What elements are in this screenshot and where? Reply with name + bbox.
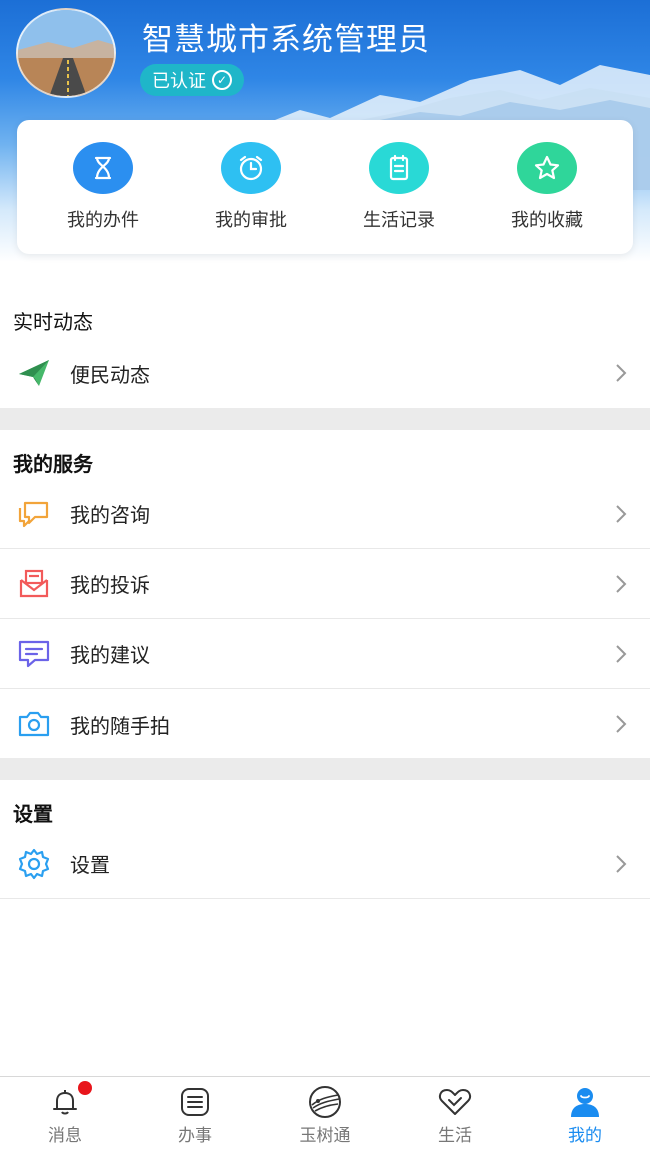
tab-services[interactable]: 办事 bbox=[130, 1077, 260, 1156]
quick-action-label: 生活记录 bbox=[363, 210, 435, 231]
user-icon bbox=[566, 1085, 604, 1119]
tab-mine[interactable]: 我的 bbox=[520, 1077, 650, 1156]
notepad-icon bbox=[369, 142, 429, 194]
hourglass-icon bbox=[73, 142, 133, 194]
logo-icon bbox=[306, 1085, 344, 1119]
paper-plane-icon bbox=[16, 355, 52, 391]
tab-messages[interactable]: 消息 bbox=[0, 1077, 130, 1156]
quick-action-my-favorites[interactable]: 我的收藏 bbox=[482, 142, 612, 232]
row-label: 我的随手拍 bbox=[70, 713, 170, 738]
message-icon bbox=[16, 636, 52, 672]
avatar[interactable] bbox=[16, 8, 116, 98]
quick-action-my-approvals[interactable]: 我的审批 bbox=[186, 142, 316, 232]
alarm-clock-icon bbox=[221, 142, 281, 194]
tab-label: 生活 bbox=[438, 1126, 472, 1146]
section-divider bbox=[0, 758, 650, 780]
row-my-snapshots[interactable]: 我的随手拍 bbox=[0, 689, 650, 759]
chat-bubbles-icon bbox=[16, 496, 52, 532]
notification-badge bbox=[78, 1081, 92, 1095]
row-label: 便民动态 bbox=[70, 362, 150, 387]
camera-icon bbox=[16, 706, 52, 742]
quick-action-life-records[interactable]: 生活记录 bbox=[334, 142, 464, 232]
mail-tray-icon bbox=[16, 566, 52, 602]
quick-action-my-cases[interactable]: 我的办件 bbox=[38, 142, 168, 232]
quick-action-label: 我的审批 bbox=[215, 210, 287, 231]
row-label: 我的投诉 bbox=[70, 573, 150, 597]
row-my-complaints[interactable]: 我的投诉 bbox=[0, 549, 650, 619]
verified-badge: 已认证 ✓ bbox=[140, 64, 244, 96]
tab-label: 我的 bbox=[568, 1126, 602, 1146]
list-icon bbox=[176, 1085, 214, 1119]
chevron-right-icon bbox=[616, 504, 627, 523]
check-circle-icon: ✓ bbox=[212, 70, 232, 90]
section-title-services: 我的服务 bbox=[13, 452, 93, 476]
heart-icon bbox=[436, 1085, 474, 1119]
quick-action-label: 我的收藏 bbox=[511, 210, 583, 231]
gear-icon bbox=[16, 846, 52, 882]
chevron-right-icon bbox=[616, 854, 627, 873]
section-divider bbox=[0, 408, 650, 430]
row-label: 我的建议 bbox=[70, 643, 150, 667]
chevron-right-icon bbox=[616, 364, 627, 382]
quick-action-label: 我的办件 bbox=[67, 210, 139, 231]
tab-label: 玉树通 bbox=[299, 1126, 351, 1146]
username: 智慧城市系统管理员 bbox=[142, 22, 430, 58]
star-icon bbox=[517, 142, 577, 194]
tab-label: 办事 bbox=[178, 1126, 212, 1146]
row-label: 我的咨询 bbox=[70, 503, 150, 527]
chevron-right-icon bbox=[616, 715, 627, 733]
chevron-right-icon bbox=[616, 574, 627, 593]
row-my-consultations[interactable]: 我的咨询 bbox=[0, 479, 650, 549]
row-label: 设置 bbox=[70, 853, 110, 877]
tab-yushutong[interactable]: 玉树通 bbox=[260, 1077, 390, 1156]
quick-actions-card: 我的办件 我的审批 生活记录 我的收藏 bbox=[17, 120, 633, 254]
row-public-news[interactable]: 便民动态 bbox=[0, 338, 650, 408]
section-title-realtime: 实时动态 bbox=[13, 310, 93, 334]
tab-life[interactable]: 生活 bbox=[390, 1077, 520, 1156]
tab-label: 消息 bbox=[48, 1126, 82, 1146]
chevron-right-icon bbox=[616, 644, 627, 663]
row-settings[interactable]: 设置 bbox=[0, 829, 650, 899]
bottom-tab-bar: 消息 办事 玉树通 生活 我的 bbox=[0, 1076, 650, 1156]
section-title-settings: 设置 bbox=[13, 802, 53, 826]
verified-label: 已认证 bbox=[152, 71, 206, 92]
row-my-suggestions[interactable]: 我的建议 bbox=[0, 619, 650, 689]
